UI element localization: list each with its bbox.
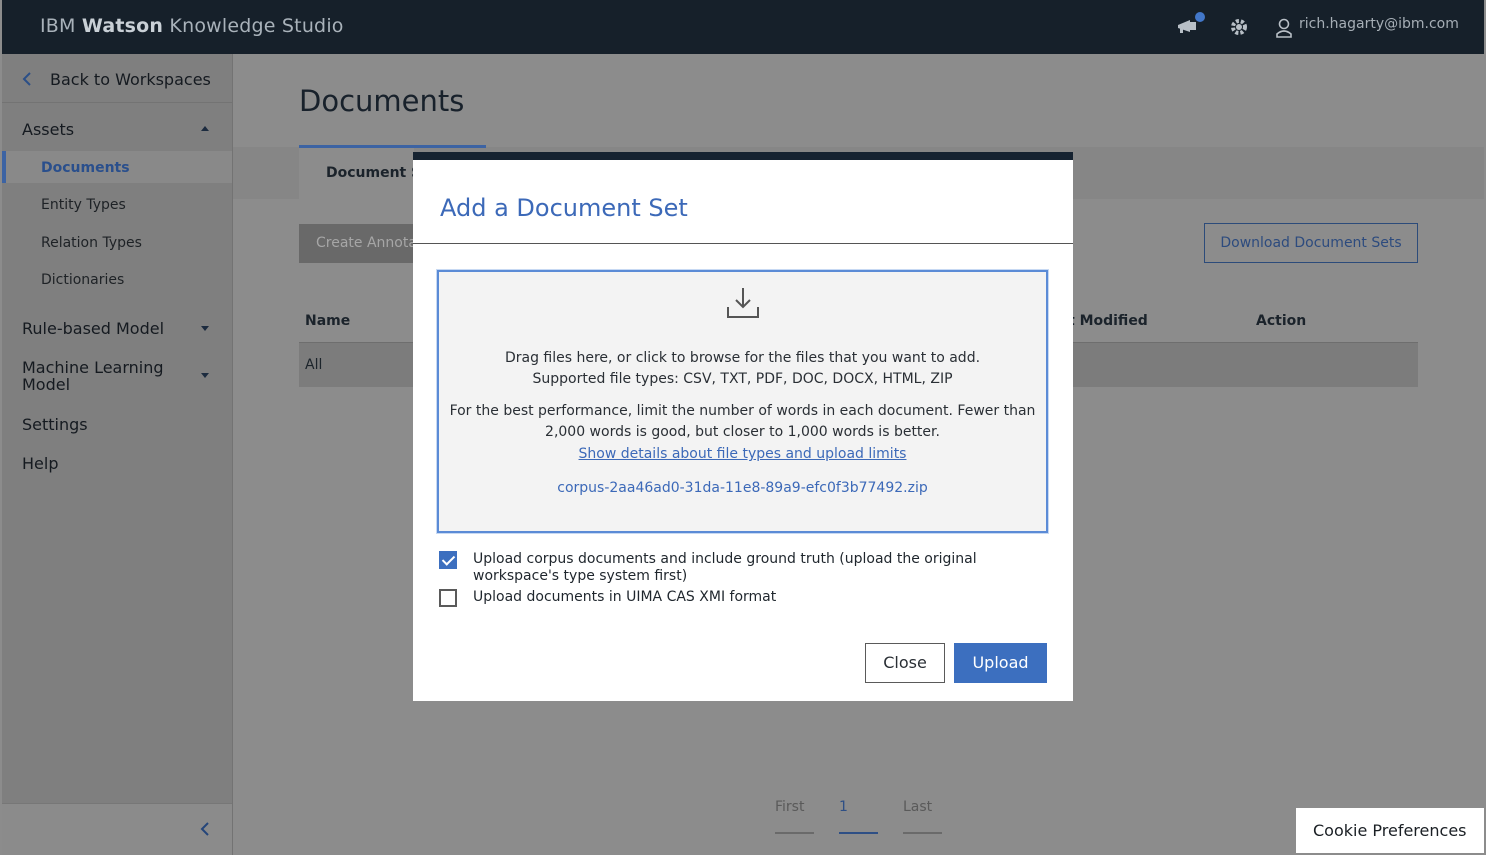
sidebar-settings[interactable]: Settings [22,415,88,434]
download-tray-icon [726,286,760,324]
page-title: Documents [299,84,465,118]
sidebar-item-dictionaries[interactable]: Dictionaries [41,272,124,288]
create-annotation-sets-button[interactable]: Create Annota [299,224,413,263]
megaphone-icon[interactable] [1176,12,1205,41]
caret-down-icon[interactable] [201,373,209,378]
details-link-row: Show details about file types and upload… [439,446,1046,462]
add-document-set-dialog: Add a Document Set Drag files here, or c… [413,152,1073,701]
sidebar-item-documents[interactable]: Documents [41,160,130,176]
sidebar-collapse-bar[interactable] [2,803,232,855]
back-to-workspaces[interactable]: Back to Workspaces [2,54,232,103]
sidebar-rule-based-model[interactable]: Rule-based Model [22,319,164,338]
dropzone-instructions: Drag files here, or click to browse for … [504,350,981,366]
uima-cas-xmi-checkbox[interactable] [439,589,457,607]
caret-down-icon[interactable] [201,326,209,331]
upload-button[interactable]: Upload [954,643,1047,683]
column-header-last-modified[interactable]: t Modified [1068,313,1148,329]
pager-first[interactable]: First [775,799,804,815]
collapse-chevron-icon[interactable] [200,821,210,840]
top-header: IBM Watson Knowledge Studio rich.hagarty… [2,0,1484,54]
dialog-title: Add a Document Set [440,194,688,222]
ground-truth-label[interactable]: Upload corpus documents and include grou… [473,551,1013,585]
notification-dot [1195,12,1205,22]
pager-first-underline [775,832,814,834]
supported-file-types: Supported file types: CSV, TXT, PDF, DOC… [532,371,953,387]
uima-cas-xmi-label[interactable]: Upload documents in UIMA CAS XMI format [473,589,1013,606]
selected-file-name: corpus-2aa46ad0-31da-11e8-89a9-efc0f3b77… [557,480,928,496]
user-icon[interactable] [1276,18,1292,42]
sidebar-item-entity-types[interactable]: Entity Types [41,197,126,213]
pager-last[interactable]: Last [903,799,932,815]
column-header-action: Action [1256,313,1307,329]
performance-note-line2: 2,000 words is good, but closer to 1,000… [545,424,940,440]
user-email[interactable]: rich.hagarty@ibm.com [1299,16,1459,32]
show-details-link[interactable]: Show details about file types and upload… [579,446,907,462]
pager-current-underline [839,832,878,834]
caret-up-icon[interactable] [201,126,209,131]
file-dropzone[interactable]: Drag files here, or click to browse for … [437,270,1048,533]
sidebar-machine-learning-model[interactable]: Machine Learning Model [22,359,164,393]
app-brand[interactable]: IBM Watson Knowledge Studio [40,15,344,37]
performance-note-line1: For the best performance, limit the numb… [449,403,1036,419]
column-header-name[interactable]: Name [305,313,350,329]
dialog-divider [413,243,1073,244]
tab-document-sets[interactable]: Document S [299,148,421,199]
sidebar: Back to Workspaces Assets Documents Enti… [2,54,233,855]
sidebar-item-relation-types[interactable]: Relation Types [41,235,142,251]
ground-truth-checkbox[interactable] [439,551,457,569]
pager-last-underline [903,832,942,834]
cookie-preferences-button[interactable]: Cookie Preferences [1296,808,1484,853]
gear-icon[interactable] [1229,17,1249,41]
download-document-sets-button[interactable]: Download Document Sets [1204,223,1418,263]
sidebar-help[interactable]: Help [22,454,58,473]
sidebar-assets[interactable]: Assets [22,120,74,139]
close-button[interactable]: Close [865,643,945,683]
chevron-left-icon [22,71,32,90]
pager-current[interactable]: 1 [839,799,848,815]
